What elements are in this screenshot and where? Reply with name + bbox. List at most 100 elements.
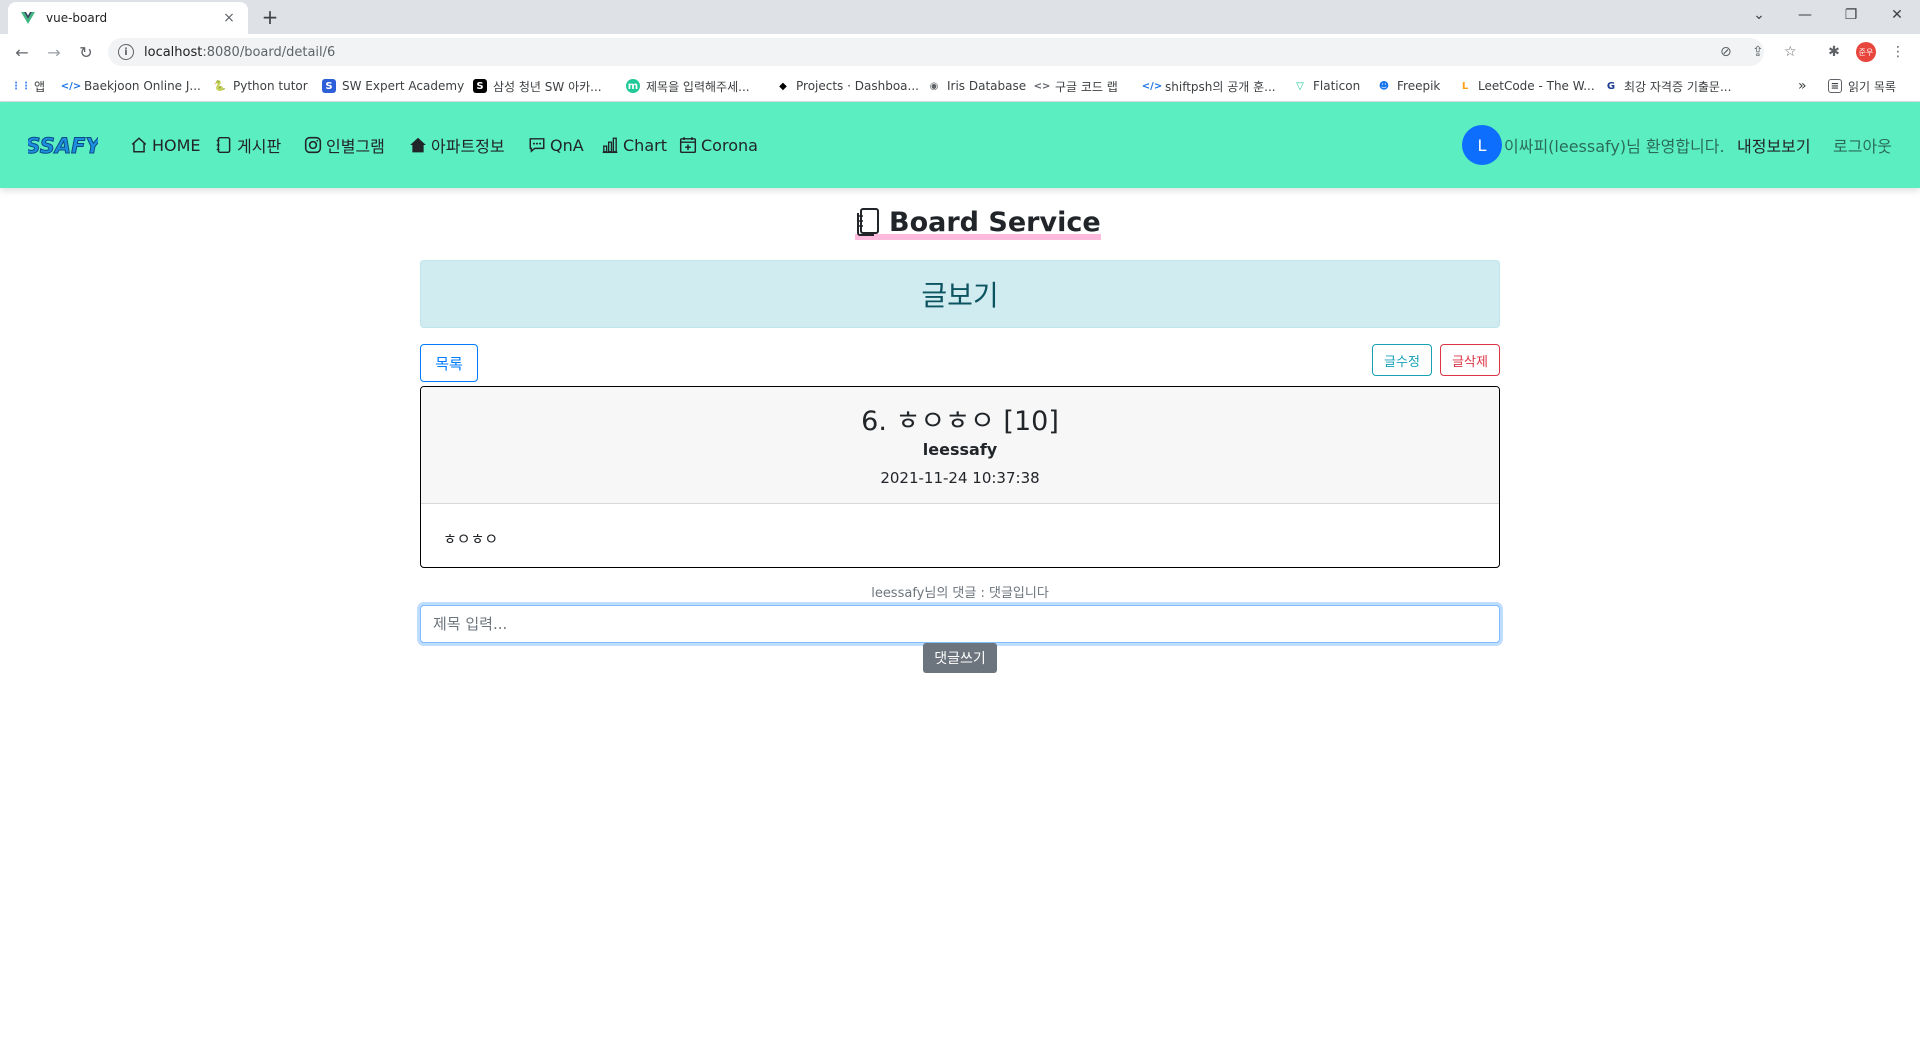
globe-icon: ◉	[929, 80, 939, 92]
bookmark-label: Iris Database	[947, 79, 1027, 93]
house-icon	[131, 137, 147, 153]
minimize-icon[interactable]: —	[1782, 0, 1828, 30]
reading-list[interactable]: ≡ 읽기 목록	[1828, 76, 1896, 96]
journals-icon	[857, 208, 879, 236]
section-header: 글보기	[420, 260, 1500, 328]
reload-icon[interactable]: ↻	[74, 40, 98, 64]
house-fill-icon	[410, 137, 426, 153]
flaticon-icon: ▽	[1296, 80, 1304, 92]
bookmark-label: Flaticon	[1313, 79, 1361, 93]
bookmark-item[interactable]: ⋮⋮ 앱	[11, 76, 46, 96]
nav-qna[interactable]: QnA	[528, 133, 584, 157]
new-tab-button[interactable]: +	[258, 5, 282, 29]
bookmark-item[interactable]: 🐍 Python tutor	[213, 76, 308, 96]
bookmark-label: LeetCode - The W...	[1478, 79, 1595, 93]
delete-button[interactable]: 글삭제	[1440, 344, 1500, 376]
m-icon: m	[626, 79, 640, 93]
reading-list-icon: ≡	[1828, 79, 1842, 93]
nav-board[interactable]: 게시판	[215, 133, 281, 157]
share-icon[interactable]: ⇪	[1752, 38, 1764, 66]
post-card: 6. ㅎㅇㅎㅇ [10] leessafy 2021-11-24 10:37:3…	[420, 386, 1500, 568]
gitlab-icon: ◆	[779, 80, 787, 92]
extensions-icon[interactable]: ✱	[1822, 40, 1846, 64]
restore-icon[interactable]: ❐	[1828, 0, 1874, 30]
address-bar[interactable]: i localhost:8080/board/detail/6 ⊘ ⇪ ☆	[108, 38, 1797, 66]
url-text: localhost:8080/board/detail/6	[144, 44, 336, 60]
post-content: ㅎㅇㅎㅇ	[443, 530, 499, 548]
chat-dots-icon	[529, 138, 545, 153]
bookmark-item[interactable]: L LeetCode - The W...	[1458, 76, 1595, 96]
bookmark-label: SW Expert Academy	[342, 79, 465, 93]
bookmark-item[interactable]: ▽ Flaticon	[1293, 76, 1360, 96]
bookmark-label: Projects · Dashboa...	[796, 79, 919, 93]
vue-logo-icon	[21, 12, 35, 24]
browser-tab[interactable]: vue-board ×	[8, 2, 248, 34]
bookmarks-overflow-icon[interactable]: »	[1798, 76, 1807, 96]
comment-input[interactable]	[420, 605, 1500, 643]
instagram-icon	[304, 136, 322, 154]
bookmark-label: Freepik	[1397, 79, 1441, 93]
my-info-link[interactable]: 내정보보기	[1737, 133, 1811, 157]
bookmark-item[interactable]: </> Baekjoon Online J...	[60, 76, 201, 96]
post-header: 6. ㅎㅇㅎㅇ [10] leessafy 2021-11-24 10:37:3…	[421, 387, 1499, 504]
logout-link[interactable]: 로그아웃	[1833, 133, 1892, 157]
codelab-icon: <>	[1033, 80, 1051, 92]
bookmark-item[interactable]: S SW Expert Academy	[322, 76, 464, 96]
profile-avatar[interactable]: 준우	[1856, 42, 1876, 62]
page-title: Board Service	[855, 204, 1101, 240]
svg-text:SSAFY: SSAFY	[28, 134, 98, 158]
nav-instagram[interactable]: 인별그램	[304, 133, 385, 157]
bookmark-label: 최강 자격증 기출문...	[1624, 79, 1732, 94]
forward-arrow-icon[interactable]: →	[42, 40, 66, 64]
swea-icon: S	[322, 79, 336, 93]
star-icon[interactable]: ☆	[1784, 38, 1797, 66]
bookmarks-bar: ≡ 읽기 목록 » ⋮⋮ 앱 </> Baekjoon Online J... 🐍 Pyt…	[0, 70, 1920, 102]
bookmark-item[interactable]: ◉ Iris Database	[927, 76, 1027, 96]
nav-corona[interactable]: Corona	[679, 133, 758, 157]
close-tab-icon[interactable]: ×	[220, 10, 238, 26]
browser-tabstrip: vue-board × + ⌄ — ❐ ✕	[0, 0, 1920, 34]
leetcode-icon: L	[1461, 80, 1469, 92]
bookmark-label: 삼성 청년 SW 아카...	[493, 79, 602, 94]
bookmark-item[interactable]: ☻ Freepik	[1377, 76, 1441, 96]
avatar[interactable]: L	[1462, 125, 1502, 165]
apps-icon: ⋮⋮	[11, 80, 31, 92]
tab-search-icon[interactable]: ⌄	[1736, 0, 1782, 30]
bookmark-item[interactable]: ◆ Projects · Dashboa...	[776, 76, 919, 96]
blocked-icon[interactable]: ⊘	[1720, 38, 1732, 66]
bookmark-label: 제목을 입력해주세...	[646, 79, 750, 94]
code-icon: </>	[60, 80, 82, 92]
journal-icon	[216, 136, 231, 154]
gsc-icon: G	[1606, 80, 1616, 92]
site-info-icon[interactable]: i	[118, 44, 134, 60]
bookmark-item[interactable]: </> shiftpsh의 공개 훈...	[1141, 76, 1276, 96]
ssafy-icon: S	[473, 79, 487, 93]
bookmark-item[interactable]: <> 구글 코드 랩	[1033, 76, 1118, 96]
bookmark-label: 구글 코드 랩	[1055, 79, 1118, 94]
back-arrow-icon[interactable]: ←	[10, 40, 34, 64]
bar-chart-icon	[602, 137, 618, 154]
post-title: 6. ㅎㅇㅎㅇ [10]	[861, 406, 1059, 437]
post-date: 2021-11-24 10:37:38	[880, 469, 1040, 487]
bookmark-label: 앱	[34, 79, 46, 94]
kebab-menu-icon[interactable]: ⋮	[1886, 40, 1910, 64]
edit-button[interactable]: 글수정	[1372, 344, 1432, 376]
ssafy-logo[interactable]: SSAFY	[28, 126, 98, 164]
nav-chart[interactable]: Chart	[601, 133, 667, 157]
bookmark-item[interactable]: G 최강 자격증 기출문...	[1604, 76, 1732, 96]
list-button[interactable]: 목록	[420, 344, 478, 382]
bookmark-label: Baekjoon Online J...	[84, 79, 201, 93]
bookmark-item[interactable]: S 삼성 청년 SW 아카...	[473, 76, 602, 96]
nav-home[interactable]: HOME	[130, 133, 201, 157]
close-window-icon[interactable]: ✕	[1874, 0, 1920, 30]
tab-title: vue-board	[46, 11, 108, 25]
bookmark-item[interactable]: m 제목을 입력해주세...	[626, 76, 750, 96]
comment-item: leessafy님의 댓글 : 댓글입니다	[871, 586, 1049, 601]
browser-toolbar: ← → ↻ i localhost:8080/board/detail/6 ⊘ …	[0, 34, 1920, 70]
bookmark-label: shiftpsh의 공개 훈...	[1165, 79, 1276, 94]
post-author: leessafy	[922, 440, 998, 459]
nav-apartment[interactable]: 아파트정보	[409, 133, 505, 157]
write-comment-button[interactable]: 댓글쓰기	[923, 643, 997, 673]
code-icon: </>	[1141, 80, 1163, 92]
freepik-icon: ☻	[1378, 80, 1390, 92]
